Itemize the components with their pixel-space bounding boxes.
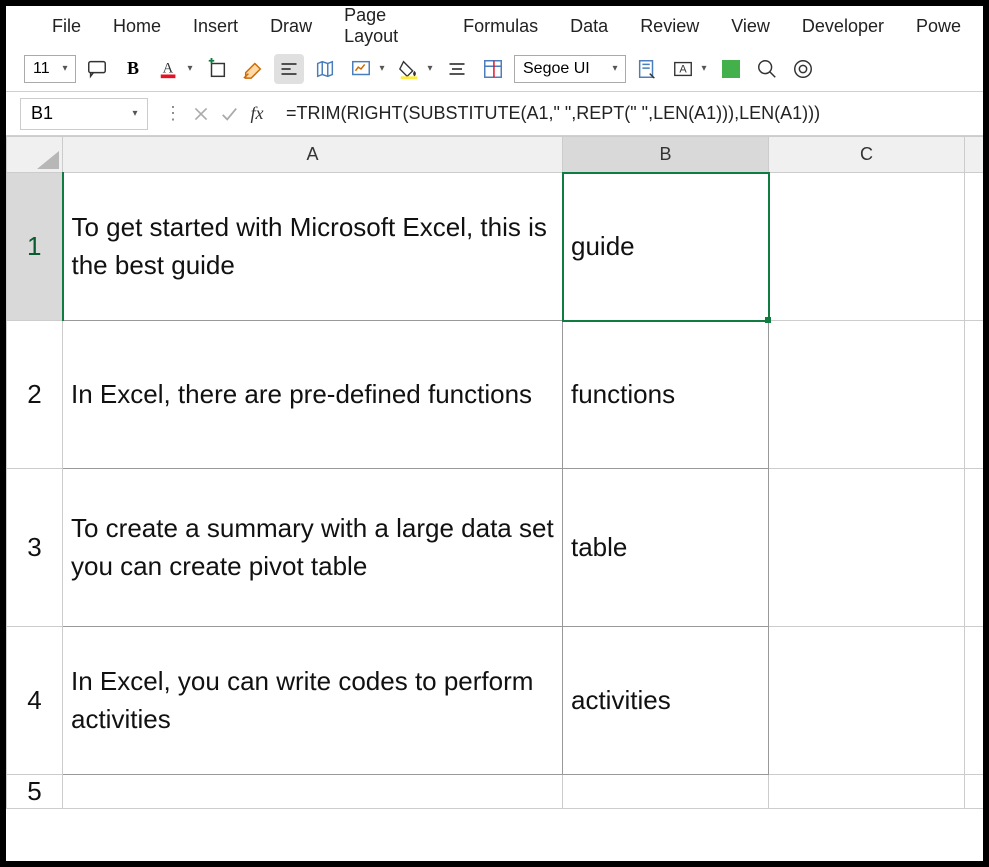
geography-button[interactable] — [310, 54, 340, 84]
chevron-down-icon: ▾ — [59, 54, 71, 84]
cell-A4[interactable]: In Excel, you can write codes to perform… — [63, 627, 563, 775]
formula-input[interactable]: =TRIM(RIGHT(SUBSTITUTE(A1," ",REPT(" ",L… — [274, 99, 983, 128]
clear-format-button[interactable] — [238, 54, 268, 84]
cell-D3[interactable] — [965, 469, 984, 627]
insert-cells-button[interactable] — [202, 54, 232, 84]
name-box[interactable]: B1 ▾ — [20, 98, 148, 130]
chevron-down-icon: ▾ — [698, 54, 710, 84]
chevron-down-icon: ▾ — [424, 54, 436, 84]
col-header-A[interactable]: A — [63, 137, 563, 173]
menu-formulas[interactable]: Formulas — [447, 10, 554, 43]
zoom-button[interactable] — [752, 54, 782, 84]
app-window: File Home Insert Draw Page Layout Formul… — [6, 6, 983, 861]
menu-developer[interactable]: Developer — [786, 10, 900, 43]
cell-D5[interactable] — [965, 775, 984, 809]
cell-B3[interactable]: table — [563, 469, 769, 627]
row-header-5[interactable]: 5 — [7, 775, 63, 809]
menu-insert[interactable]: Insert — [177, 10, 254, 43]
row-header-2[interactable]: 2 — [7, 321, 63, 469]
dots-icon[interactable]: ⋮ — [160, 99, 186, 129]
fx-icon[interactable]: fx — [244, 99, 270, 129]
chevron-down-icon: ▾ — [609, 54, 621, 84]
cell-B5[interactable] — [563, 775, 769, 809]
cell-D2[interactable] — [965, 321, 984, 469]
font-name-select[interactable]: Segoe UI ▾ — [514, 55, 626, 83]
font-size-value: 11 — [33, 60, 50, 78]
svg-text:A: A — [679, 63, 687, 75]
menu-view[interactable]: View — [715, 10, 786, 43]
menu-home[interactable]: Home — [97, 10, 177, 43]
cell-A1[interactable]: To get started with Microsoft Excel, thi… — [63, 173, 563, 321]
menu-review[interactable]: Review — [624, 10, 715, 43]
chevron-down-icon: ▾ — [129, 99, 141, 129]
cell-C2[interactable] — [769, 321, 965, 469]
cell-reference: B1 — [31, 103, 53, 124]
cell-A2[interactable]: In Excel, there are pre-defined function… — [63, 321, 563, 469]
row-header-1[interactable]: 1 — [7, 173, 63, 321]
row-header-4[interactable]: 4 — [7, 627, 63, 775]
comment-button[interactable] — [82, 54, 112, 84]
cell-D1[interactable] — [965, 173, 984, 321]
menu-bar: File Home Insert Draw Page Layout Formul… — [6, 6, 983, 46]
toolbar: 11 ▾ B A ▾ — [6, 46, 983, 92]
font-color-button[interactable]: A ▾ — [154, 54, 196, 84]
cell-C5[interactable] — [769, 775, 965, 809]
chevron-down-icon: ▾ — [376, 54, 388, 84]
font-size-select[interactable]: 11 ▾ — [24, 55, 76, 83]
formula-bar: B1 ▾ ⋮ fx =TRIM(RIGHT(SUBSTITUTE(A1," ",… — [6, 92, 983, 136]
cell-B4[interactable]: activities — [563, 627, 769, 775]
cell-B2[interactable]: functions — [563, 321, 769, 469]
menu-file[interactable]: File — [36, 10, 97, 43]
enter-icon[interactable] — [216, 99, 242, 129]
row-header-3[interactable]: 3 — [7, 469, 63, 627]
align-center-button[interactable] — [442, 54, 472, 84]
text-box-button[interactable]: A ▾ — [668, 54, 710, 84]
menu-data[interactable]: Data — [554, 10, 624, 43]
col-header-B[interactable]: B — [563, 137, 769, 173]
cell-A3[interactable]: To create a summary with a large data se… — [63, 469, 563, 627]
cell-C4[interactable] — [769, 627, 965, 775]
chevron-down-icon: ▾ — [184, 54, 196, 84]
page-setup-button[interactable] — [632, 54, 662, 84]
spreadsheet-grid: A B C D 1 To get started with Microsoft … — [6, 136, 983, 861]
cell-B1[interactable]: guide — [563, 173, 769, 321]
svg-text:A: A — [163, 60, 174, 76]
font-name-value: Segoe UI — [523, 60, 590, 78]
cell-C1[interactable] — [769, 173, 965, 321]
menu-draw[interactable]: Draw — [254, 10, 328, 43]
chart-button[interactable]: ▾ — [346, 54, 388, 84]
freeze-panes-button[interactable] — [478, 54, 508, 84]
align-left-button[interactable] — [274, 54, 304, 84]
col-header-D[interactable]: D — [965, 137, 984, 173]
color-swatch-button[interactable] — [716, 54, 746, 84]
fill-color-button[interactable]: ▾ — [394, 54, 436, 84]
cell-C3[interactable] — [769, 469, 965, 627]
record-macro-button[interactable] — [788, 54, 818, 84]
select-all-corner[interactable] — [7, 137, 63, 173]
fill-handle[interactable] — [765, 317, 771, 323]
col-header-C[interactable]: C — [769, 137, 965, 173]
cell-A5[interactable] — [63, 775, 563, 809]
cancel-icon[interactable] — [188, 99, 214, 129]
cell-D4[interactable] — [965, 627, 984, 775]
menu-powe[interactable]: Powe — [900, 10, 977, 43]
bold-button[interactable]: B — [118, 54, 148, 84]
